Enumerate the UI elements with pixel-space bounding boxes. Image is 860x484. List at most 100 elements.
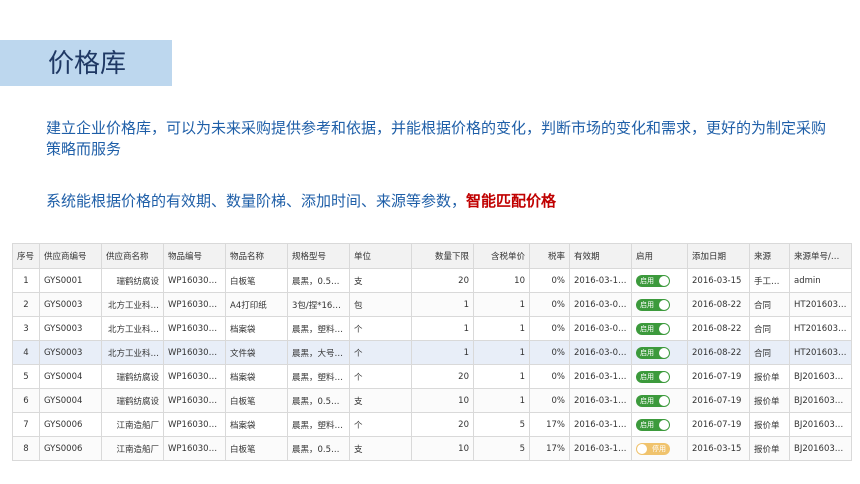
cell-index: 4 (12, 340, 40, 365)
table-row[interactable]: 1 GYS0001 瑞鹤纺腐设 WP16030007 白板笔 晨黑，0.5m… 支 20 10 0… (12, 268, 852, 293)
column-header[interactable]: 来源 (749, 243, 790, 269)
cell-enabled: 启用 (631, 268, 688, 293)
table-row[interactable]: 7 GYS0006 江南造船厂 WP16030004 档案袋 晨黑，塑料… 个 20 5 17% 2… (12, 412, 852, 437)
cell-min-qty: 20 (411, 364, 474, 389)
column-header[interactable]: 供应商编号 (39, 243, 102, 269)
cell-item-code: WP16030004 (163, 316, 226, 341)
column-header[interactable]: 税率 (529, 243, 570, 269)
column-header[interactable]: 物品名称 (225, 243, 288, 269)
toggle-label: 启用 (640, 324, 654, 333)
cell-enabled: 启用 (631, 412, 688, 437)
cell-tax: 0% (529, 292, 570, 317)
feature-highlight: 智能匹配价格 (466, 192, 557, 210)
cell-price: 1 (473, 364, 530, 389)
column-header[interactable]: 来源单号/添… (789, 243, 852, 269)
cell-enabled: 启用 (631, 292, 688, 317)
cell-index: 3 (12, 316, 40, 341)
cell-item-name: 白板笔 (225, 436, 288, 461)
cell-min-qty: 20 (411, 268, 474, 293)
table-row[interactable]: 2 GYS0003 北方工业科… WP16030001 A4打印纸 3包/捏*16捏/箱包… (12, 292, 852, 317)
cell-source: 合同 (749, 316, 790, 341)
cell-added-date: 2016-07-19 (687, 388, 750, 413)
cell-price: 5 (473, 436, 530, 461)
column-header[interactable]: 序号 (12, 243, 40, 269)
toggle-label: 启用 (640, 420, 654, 429)
cell-item-code: WP16030007 (163, 268, 226, 293)
column-header[interactable]: 数量下限 (411, 243, 474, 269)
cell-unit: 支 (349, 436, 412, 461)
cell-enabled: 启用 (631, 340, 688, 365)
cell-supplier-code: GYS0003 (39, 340, 102, 365)
cell-supplier-code: GYS0006 (39, 412, 102, 437)
cell-supplier-name: 江南造船厂 (101, 436, 164, 461)
column-header[interactable]: 规格型号 (287, 243, 350, 269)
enabled-toggle[interactable]: 启用 (636, 370, 670, 383)
cell-source-no: admin (789, 268, 852, 293)
enabled-toggle[interactable]: 启用 (636, 274, 670, 287)
cell-source-no: BJ20160315… (789, 412, 852, 437)
cell-tax: 17% (529, 412, 570, 437)
cell-item-code: WP16030001 (163, 292, 226, 317)
column-header[interactable]: 启用 (631, 243, 688, 269)
cell-unit: 支 (349, 388, 412, 413)
cell-unit: 支 (349, 268, 412, 293)
feature-prefix: 系统能根据价格的有效期、数量阶梯、添加时间、来源等参数， (46, 192, 467, 210)
cell-supplier-code: GYS0001 (39, 268, 102, 293)
cell-item-code: WP16030007 (163, 388, 226, 413)
cell-item-name: A4打印纸 (225, 292, 288, 317)
cell-added-date: 2016-07-19 (687, 364, 750, 389)
cell-supplier-code: GYS0004 (39, 364, 102, 389)
cell-price: 5 (473, 412, 530, 437)
cell-unit: 个 (349, 364, 412, 389)
toggle-label: 启用 (640, 372, 654, 381)
cell-unit: 个 (349, 412, 412, 437)
table-row[interactable]: 5 GYS0004 瑞鹤纺腐设 WP16030004 档案袋 晨黑，塑料… 个 20 1 0% 20… (12, 364, 852, 389)
cell-supplier-code: GYS0003 (39, 316, 102, 341)
cell-item-name: 文件袋 (225, 340, 288, 365)
cell-index: 2 (12, 292, 40, 317)
column-header[interactable]: 有效期 (569, 243, 632, 269)
enabled-toggle[interactable]: 启用 (636, 418, 670, 431)
toggle-label: 启用 (640, 276, 654, 285)
toggle-knob (659, 323, 669, 334)
table-row[interactable]: 4 GYS0003 北方工业科… WP16030005 文件袋 晨黑，大号… 个 1 1 0% 20… (12, 340, 852, 365)
cell-enabled: 启用 (631, 364, 688, 389)
cell-valid: 2016-03-01… (569, 340, 632, 365)
cell-source-no: BJ20160315… (789, 388, 852, 413)
cell-supplier-name: 瑞鹤纺腐设 (101, 268, 164, 293)
column-header[interactable]: 供应商名称 (101, 243, 164, 269)
cell-enabled: 启用 (631, 316, 688, 341)
cell-index: 6 (12, 388, 40, 413)
toggle-label: 启用 (640, 348, 654, 357)
table-row[interactable]: 6 GYS0004 瑞鹤纺腐设 WP16030007 白板笔 晨黑，0.5m… 支 10 1 0%… (12, 388, 852, 413)
column-header[interactable]: 单位 (349, 243, 412, 269)
column-header[interactable]: 物品编号 (163, 243, 226, 269)
enabled-toggle[interactable]: 启用 (636, 298, 670, 311)
cell-min-qty: 10 (411, 436, 474, 461)
table-body: 1 GYS0001 瑞鹤纺腐设 WP16030007 白板笔 晨黑，0.5m… 支 20 10 0… (12, 268, 852, 461)
enabled-toggle[interactable]: 启用 (636, 322, 670, 335)
cell-supplier-name: 瑞鹤纺腐设 (101, 364, 164, 389)
column-header[interactable]: 含税单价 (473, 243, 530, 269)
cell-tax: 0% (529, 388, 570, 413)
cell-min-qty: 1 (411, 316, 474, 341)
table-row[interactable]: 8 GYS0006 江南造船厂 WP16030007 白板笔 晨黑，0.5m… 支 10 5 17… (12, 436, 852, 461)
enabled-toggle[interactable]: 停用 (636, 442, 670, 455)
table-row[interactable]: 3 GYS0003 北方工业科… WP16030004 档案袋 晨黑，塑料… 个 1 1 0% 20… (12, 316, 852, 341)
enabled-toggle[interactable]: 启用 (636, 346, 670, 359)
cell-item-name: 白板笔 (225, 268, 288, 293)
cell-item-name: 档案袋 (225, 364, 288, 389)
enabled-toggle[interactable]: 启用 (636, 394, 670, 407)
price-table: 序号 供应商编号 供应商名称 物品编号 物品名称 规格型号 单位 数量下限 含税单价 税率 有效期启… (12, 243, 852, 461)
cell-supplier-code: GYS0003 (39, 292, 102, 317)
cell-source: 合同 (749, 340, 790, 365)
column-header[interactable]: 添加日期 (687, 243, 750, 269)
cell-added-date: 2016-08-22 (687, 292, 750, 317)
cell-added-date: 2016-08-22 (687, 316, 750, 341)
toggle-knob (659, 419, 669, 430)
cell-price: 1 (473, 340, 530, 365)
cell-source: 合同 (749, 292, 790, 317)
cell-spec: 晨黑，0.5m… (287, 268, 350, 293)
cell-price: 1 (473, 388, 530, 413)
cell-unit: 个 (349, 340, 412, 365)
